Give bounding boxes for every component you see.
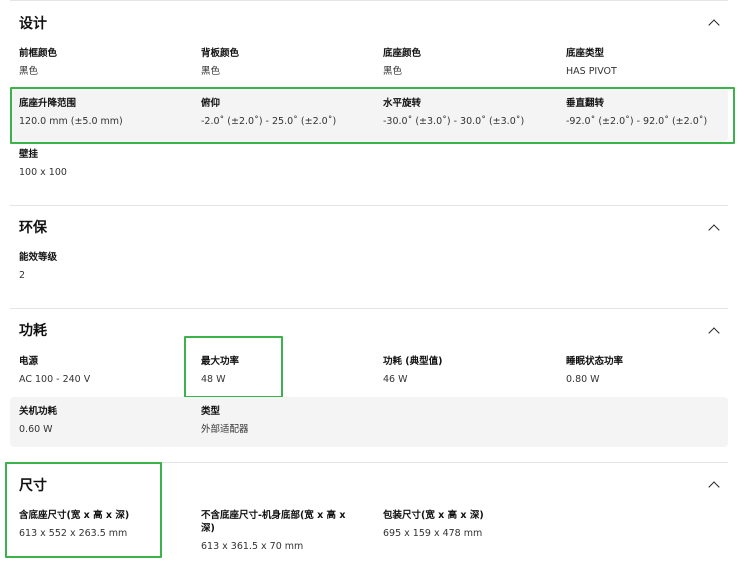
spec-label: 睡眠状态功率	[566, 356, 624, 367]
spec-stand-color: 底座颜色 黑色	[383, 47, 421, 78]
spec-size-without-stand: 不含底座尺寸-机身底部(宽 x 高 x 深) 613 x 361.5 x 70 …	[201, 509, 361, 553]
top-divider	[10, 0, 728, 1]
section-title-design: 设计	[19, 16, 47, 32]
spec-typical-power: 功耗 (典型值) 46 W	[383, 355, 443, 386]
spec-energy-class: 能效等级 2	[19, 251, 57, 282]
spec-label: 关机功耗	[19, 406, 58, 417]
chevron-up-icon[interactable]	[708, 19, 720, 31]
spec-label: 电源	[19, 356, 39, 367]
spec-value: 外部适配器	[201, 424, 249, 435]
spec-value: 黑色	[201, 66, 221, 77]
spec-value: 0.60 W	[19, 424, 53, 435]
spec-row-shaded	[10, 397, 728, 447]
spec-value: HAS PIVOT	[566, 66, 617, 77]
spec-label: 底座类型	[566, 48, 605, 59]
spec-value: 黑色	[19, 66, 39, 77]
spec-off-power: 关机功耗 0.60 W	[19, 405, 57, 436]
spec-wall-mount: 壁挂 100 x 100	[19, 148, 67, 179]
section-divider	[10, 308, 728, 309]
chevron-up-icon[interactable]	[708, 481, 720, 493]
highlight-box	[5, 462, 162, 558]
spec-value: 黑色	[383, 66, 403, 77]
spec-label: 类型	[201, 406, 221, 417]
spec-label: 背板颜色	[201, 48, 240, 59]
spec-value: 100 x 100	[19, 167, 67, 178]
spec-label: 底座颜色	[383, 48, 422, 59]
spec-label: 能效等级	[19, 252, 58, 263]
spec-value: 613 x 361.5 x 70 mm	[201, 541, 304, 552]
section-title-eco: 环保	[19, 220, 47, 236]
section-divider	[10, 205, 728, 206]
spec-label: 功耗 (典型值)	[383, 356, 443, 367]
section-title-power: 功耗	[19, 323, 47, 339]
spec-stand-type: 底座类型 HAS PIVOT	[566, 47, 617, 78]
spec-power-supply: 电源 AC 100 - 240 V	[19, 355, 90, 386]
chevron-up-icon[interactable]	[708, 224, 720, 236]
spec-value: 2	[19, 270, 26, 281]
spec-package-size: 包装尺寸(宽 x 高 x 深) 695 x 159 x 478 mm	[383, 509, 484, 540]
spec-value: 46 W	[383, 374, 408, 385]
spec-label: 壁挂	[19, 149, 39, 160]
spec-label: 前框颜色	[19, 48, 58, 59]
highlight-box	[184, 336, 283, 398]
spec-value: 0.80 W	[566, 374, 600, 385]
chevron-up-icon[interactable]	[708, 327, 720, 339]
spec-label: 不含底座尺寸-机身底部(宽 x 高 x 深)	[201, 510, 346, 534]
spec-power-type: 类型 外部适配器	[201, 405, 249, 436]
spec-front-bezel-color: 前框颜色 黑色	[19, 47, 57, 78]
highlight-box	[10, 87, 735, 144]
spec-sleep-power: 睡眠状态功率 0.80 W	[566, 355, 623, 386]
spec-value: 695 x 159 x 478 mm	[383, 528, 483, 539]
spec-back-color: 背板颜色 黑色	[201, 47, 239, 78]
spec-label: 包装尺寸(宽 x 高 x 深)	[383, 510, 484, 521]
spec-value: AC 100 - 240 V	[19, 374, 91, 385]
